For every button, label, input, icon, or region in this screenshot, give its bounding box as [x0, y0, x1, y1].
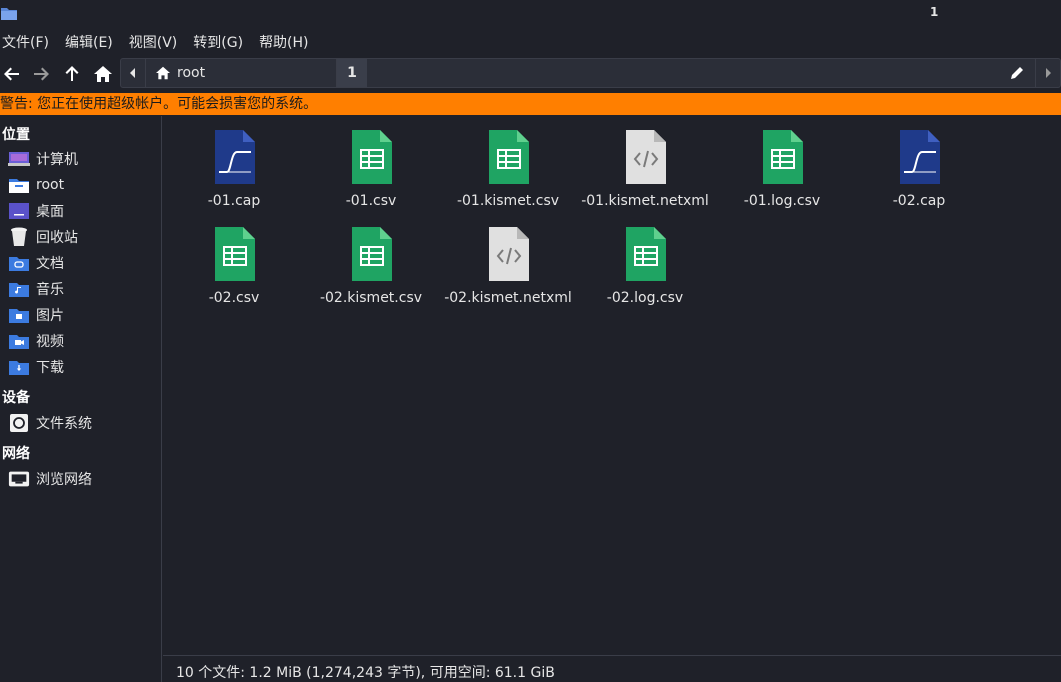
file-item[interactable]: -01.cap [169, 116, 299, 209]
home-icon [94, 66, 112, 82]
trash-icon [8, 227, 30, 246]
menu-edit[interactable]: 编辑(E) [57, 32, 121, 52]
forward-button[interactable] [29, 62, 53, 86]
menu-go[interactable]: 转到(G) [185, 32, 251, 52]
toolbar: root 1 [0, 58, 1061, 90]
status-bar: 10 个文件: 1.2 MiB (1,274,243 字节), 可用空间: 61… [163, 655, 1061, 682]
chevron-right-icon [1046, 68, 1051, 78]
capture-file-icon [215, 130, 255, 184]
menu-file[interactable]: 文件(F) [0, 32, 57, 52]
file-item[interactable]: -02.cap [854, 116, 984, 209]
arrow-up-icon [65, 66, 79, 81]
sidebar: 位置 计算机 root 桌面 回收站 文档 音乐 图片 视频 下载 设备 文件系… [0, 116, 162, 682]
capture-file-icon [900, 130, 940, 184]
path-scroll-right-button[interactable] [1035, 59, 1060, 87]
computer-icon [8, 150, 30, 168]
devices-heading: 设备 [2, 390, 30, 406]
window-title: 1 [930, 5, 939, 19]
downloads-folder-icon [8, 358, 30, 376]
arrow-left-icon [4, 67, 19, 81]
home-icon [156, 66, 170, 80]
desktop-icon [8, 202, 30, 220]
spreadsheet-file-icon [763, 130, 803, 184]
path-root-label: root [177, 65, 206, 81]
sidebar-item-trash[interactable]: 回收站 [8, 225, 158, 249]
music-folder-icon [8, 280, 30, 298]
places-heading: 位置 [2, 127, 30, 143]
menu-view[interactable]: 视图(V) [121, 32, 186, 52]
chevron-left-icon [130, 68, 135, 78]
file-item[interactable]: -02.log.csv [580, 213, 710, 306]
path-root-button[interactable]: root [145, 59, 337, 87]
edit-location-button[interactable] [1002, 59, 1032, 87]
sidebar-item-computer[interactable]: 计算机 [8, 147, 158, 171]
spreadsheet-file-icon [626, 227, 666, 281]
sidebar-item-desktop[interactable]: 桌面 [8, 199, 158, 223]
back-button[interactable] [0, 62, 24, 86]
root-warning-banner: 警告: 您正在使用超级帐户。可能会损害您的系统。 [0, 93, 1061, 115]
file-item[interactable]: -01.log.csv [717, 116, 847, 209]
up-button[interactable] [60, 62, 84, 86]
spreadsheet-file-icon [489, 130, 529, 184]
path-current-button[interactable]: 1 [337, 59, 367, 87]
menu-help[interactable]: 帮助(H) [251, 32, 316, 52]
sidebar-item-browse-network[interactable]: 浏览网络 [8, 467, 158, 491]
sidebar-item-filesystem[interactable]: 文件系统 [8, 411, 158, 435]
sidebar-item-videos[interactable]: 视频 [8, 329, 158, 353]
home-button[interactable] [91, 62, 115, 86]
file-item[interactable]: -02.csv [169, 213, 299, 306]
folder-app-icon [1, 8, 17, 20]
file-item[interactable]: -01.kismet.netxml [580, 116, 710, 209]
network-heading: 网络 [2, 446, 30, 462]
file-item[interactable]: -02.kismet.csv [306, 213, 436, 306]
sidebar-item-music[interactable]: 音乐 [8, 277, 158, 301]
file-item[interactable]: -02.kismet.netxml [443, 213, 573, 306]
xml-file-icon [489, 227, 529, 281]
spreadsheet-file-icon [352, 130, 392, 184]
drive-icon [8, 414, 30, 432]
status-text: 10 个文件: 1.2 MiB (1,274,243 字节), 可用空间: 61… [176, 665, 555, 681]
path-bar: root 1 [120, 58, 1061, 88]
spreadsheet-file-icon [352, 227, 392, 281]
file-item[interactable]: -01.kismet.csv [443, 116, 573, 209]
sidebar-item-downloads[interactable]: 下载 [8, 355, 158, 379]
xml-file-icon [626, 130, 666, 184]
sidebar-item-documents[interactable]: 文档 [8, 251, 158, 275]
arrow-right-icon [34, 67, 49, 81]
pictures-folder-icon [8, 306, 30, 324]
sidebar-item-root[interactable]: root [8, 173, 158, 197]
documents-folder-icon [8, 254, 30, 272]
pencil-icon [1011, 67, 1023, 79]
file-view: -01.cap -01.csv -01.kismet.csv -01.kisme… [163, 116, 1061, 654]
spreadsheet-file-icon [215, 227, 255, 281]
home-folder-icon [8, 176, 30, 194]
file-item[interactable]: -01.csv [306, 116, 436, 209]
videos-folder-icon [8, 332, 30, 350]
network-icon [8, 470, 30, 488]
sidebar-item-pictures[interactable]: 图片 [8, 303, 158, 327]
title-bar: 1 [0, 0, 1061, 28]
menu-bar: 文件(F) 编辑(E) 视图(V) 转到(G) 帮助(H) [0, 28, 1061, 56]
path-scroll-left-button[interactable] [121, 59, 146, 87]
